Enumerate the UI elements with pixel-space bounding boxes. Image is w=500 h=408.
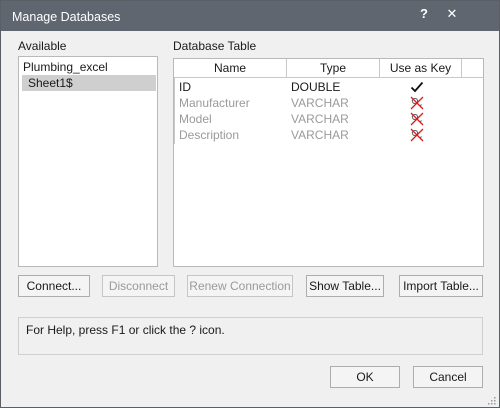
manage-databases-dialog: Manage Databases ? ✕ Available Database … <box>0 0 500 408</box>
key-crossed-icon[interactable] <box>410 128 424 142</box>
help-button[interactable]: ? <box>413 4 435 24</box>
table-row[interactable]: Description VARCHAR <box>174 127 483 143</box>
checkmark-icon[interactable] <box>410 80 424 94</box>
disconnect-button[interactable]: Disconnect <box>102 275 175 297</box>
field-name: Model <box>179 112 212 126</box>
list-item-sheet1[interactable]: Sheet1$ <box>22 75 156 91</box>
field-name: Description <box>179 128 240 142</box>
help-text: For Help, press F1 or click the ? icon. <box>26 323 225 337</box>
renew-connection-button[interactable]: Renew Connection <box>187 275 293 297</box>
field-type: DOUBLE <box>291 80 341 94</box>
field-name: Manufacturer <box>179 96 250 110</box>
field-name: ID <box>179 80 191 94</box>
column-header-name[interactable]: Name <box>174 59 287 77</box>
help-panel: For Help, press F1 or click the ? icon. <box>18 317 483 355</box>
field-type: VARCHAR <box>291 112 349 126</box>
column-header-type[interactable]: Type <box>287 59 380 77</box>
dialog-title: Manage Databases <box>12 10 121 24</box>
resize-grip-icon[interactable] <box>486 394 496 405</box>
database-table[interactable]: Name Type Use as Key ID DOUBLE Manufactu… <box>173 58 484 267</box>
key-crossed-icon[interactable] <box>410 112 424 126</box>
cancel-button[interactable]: Cancel <box>413 366 483 388</box>
list-item-plumbing-excel[interactable]: Plumbing_excel <box>22 59 156 75</box>
import-table-button[interactable]: Import Table... <box>399 275 483 297</box>
table-row[interactable]: ID DOUBLE <box>174 79 483 95</box>
field-type: VARCHAR <box>291 128 349 142</box>
connect-button[interactable]: Connect... <box>18 275 90 297</box>
database-table-label: Database Table <box>173 39 257 53</box>
column-header-use-as-key[interactable]: Use as Key <box>380 59 462 77</box>
close-button[interactable]: ✕ <box>441 4 463 24</box>
ok-button[interactable]: OK <box>330 366 400 388</box>
table-row[interactable]: Model VARCHAR <box>174 111 483 127</box>
table-row[interactable]: Manufacturer VARCHAR <box>174 95 483 111</box>
table-header: Name Type Use as Key <box>174 59 483 78</box>
field-type: VARCHAR <box>291 96 349 110</box>
title-bar[interactable]: Manage Databases ? ✕ <box>1 1 499 31</box>
available-list[interactable]: Plumbing_excel Sheet1$ <box>18 56 158 267</box>
show-table-button[interactable]: Show Table... <box>306 275 384 297</box>
available-label: Available <box>18 39 67 53</box>
key-crossed-icon[interactable] <box>410 96 424 110</box>
